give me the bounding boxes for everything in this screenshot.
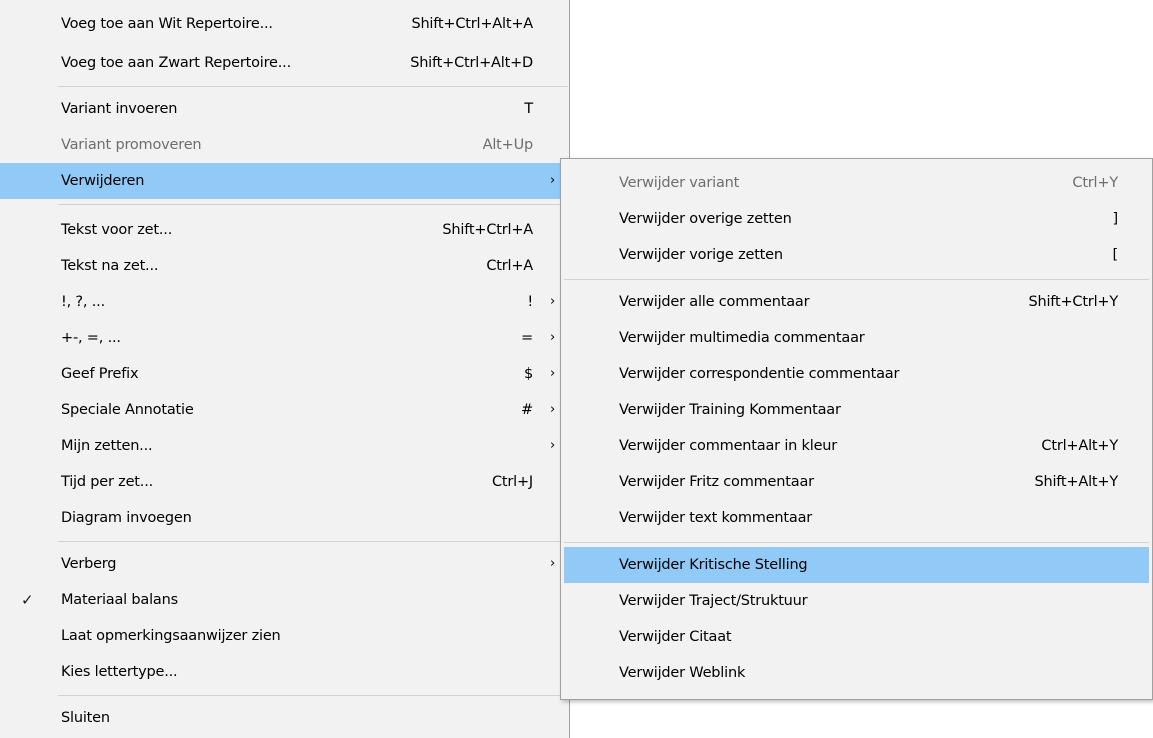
submenu-item-delete-training-comments[interactable]: Verwijder Training Kommentaar — [564, 392, 1149, 428]
menu-item-label: Tekst voor zet... — [61, 222, 173, 238]
menu-item-shortcut: Shift+Ctrl+Alt+D — [410, 55, 533, 71]
submenu-item-delete-color-comments[interactable]: Verwijder commentaar in kleur Ctrl+Alt+Y — [564, 428, 1149, 464]
menu-item-shortcut: = — [521, 330, 533, 346]
menu-item-label: Tijd per zet... — [61, 474, 154, 490]
menu-separator — [58, 541, 568, 542]
menu-item-shortcut: Ctrl+Alt+Y — [1041, 438, 1118, 454]
menu-item-label: Verwijder text kommentaar — [619, 510, 813, 526]
menu-item-label: Verwijder overige zetten — [619, 211, 792, 227]
menu-item-insert-diagram[interactable]: Diagram invoegen — [0, 500, 568, 536]
menu-item-shortcut: Shift+Ctrl+Y — [1028, 294, 1118, 310]
menu-item-label: Verwijder Citaat — [619, 629, 732, 645]
menu-item-label: Sluiten — [61, 710, 110, 726]
chevron-right-icon: › — [550, 173, 555, 188]
submenu-item-delete-critical-position[interactable]: Verwijder Kritische Stelling — [564, 547, 1149, 583]
menu-item-label: Verwijder Fritz commentaar — [619, 474, 814, 490]
menu-item-material-balance[interactable]: ✓ Materiaal balans — [0, 582, 568, 618]
menu-item-label: Speciale Annotatie — [61, 402, 194, 418]
submenu-item-delete-trajectory-structure[interactable]: Verwijder Traject/Struktuur — [564, 583, 1149, 619]
menu-item-shortcut: Shift+Ctrl+Alt+A — [411, 16, 533, 32]
menu-item-promote-variation: Variant promoveren Alt+Up — [0, 127, 568, 163]
menu-separator — [58, 204, 568, 205]
menu-item-close[interactable]: Sluiten — [0, 700, 568, 736]
chevron-right-icon: › — [550, 556, 555, 571]
menu-item-label: Mijn zetten... — [61, 438, 153, 454]
menu-item-shortcut: Shift+Ctrl+A — [442, 222, 533, 238]
menu-item-shortcut: ! — [527, 294, 533, 310]
menu-item-my-moves[interactable]: Mijn zetten... › — [0, 428, 568, 464]
menu-item-label: Tekst na zet... — [61, 258, 159, 274]
menu-item-shortcut: Ctrl+A — [486, 258, 533, 274]
chevron-right-icon: › — [550, 330, 555, 345]
submenu-item-delete-fritz-comments[interactable]: Verwijder Fritz commentaar Shift+Alt+Y — [564, 464, 1149, 500]
submenu-item-delete-weblink[interactable]: Verwijder Weblink — [564, 655, 1149, 691]
menu-item-enter-variation[interactable]: Variant invoeren T — [0, 91, 568, 127]
menu-separator — [58, 86, 568, 87]
menu-item-label: Kies lettertype... — [61, 664, 178, 680]
submenu-item-delete-variation: Verwijder variant Ctrl+Y — [564, 165, 1149, 201]
chevron-right-icon: › — [550, 294, 555, 309]
menu-item-shortcut: Shift+Alt+Y — [1034, 474, 1118, 490]
menu-item-position-annotations[interactable]: +-, =, ... = › — [0, 320, 568, 356]
menu-item-label: Voeg toe aan Zwart Repertoire... — [61, 55, 291, 71]
menu-item-label: Materiaal balans — [61, 592, 178, 608]
menu-item-shortcut: T — [524, 101, 533, 117]
menu-item-hide[interactable]: Verberg › — [0, 546, 568, 582]
checkmark-icon: ✓ — [21, 591, 34, 609]
menu-separator — [564, 542, 1149, 543]
context-menu: Voeg toe aan Wit Repertoire... Shift+Ctr… — [0, 0, 570, 738]
menu-item-label: Voeg toe aan Wit Repertoire... — [61, 16, 273, 32]
menu-item-label: Verwijder Traject/Struktuur — [619, 593, 808, 609]
submenu-item-delete-remaining-moves[interactable]: Verwijder overige zetten ] — [564, 201, 1149, 237]
menu-item-label: +-, =, ... — [61, 330, 121, 346]
menu-separator — [564, 279, 1149, 280]
menu-item-label: Verberg — [61, 556, 117, 572]
menu-item-shortcut: $ — [523, 366, 533, 382]
submenu-item-delete-multimedia-comments[interactable]: Verwijder multimedia commentaar — [564, 320, 1149, 356]
menu-separator — [58, 695, 568, 696]
menu-item-label: Laat opmerkingsaanwijzer zien — [61, 628, 281, 644]
submenu-item-delete-all-comments[interactable]: Verwijder alle commentaar Shift+Ctrl+Y — [564, 284, 1149, 320]
chevron-right-icon: › — [550, 366, 555, 381]
menu-item-label: Variant invoeren — [61, 101, 178, 117]
menu-item-special-annotation[interactable]: Speciale Annotatie # › — [0, 392, 568, 428]
menu-item-label: Verwijder multimedia commentaar — [619, 330, 865, 346]
submenu-item-delete-quote[interactable]: Verwijder Citaat — [564, 619, 1149, 655]
delete-submenu: Verwijder variant Ctrl+Y Verwijder overi… — [560, 158, 1153, 700]
submenu-item-delete-previous-moves[interactable]: Verwijder vorige zetten [ — [564, 237, 1149, 273]
menu-item-label: Verwijder Training Kommentaar — [619, 402, 841, 418]
menu-item-label: Diagram invoegen — [61, 510, 192, 526]
submenu-item-delete-text-comments[interactable]: Verwijder text kommentaar — [564, 500, 1149, 536]
menu-item-shortcut: Alt+Up — [482, 137, 534, 153]
menu-item-shortcut: # — [521, 402, 533, 418]
submenu-item-delete-correspondence-comments[interactable]: Verwijder correspondentie commentaar — [564, 356, 1149, 392]
menu-item-label: Verwijder Weblink — [619, 665, 746, 681]
menu-item-delete[interactable]: Verwijderen › — [0, 163, 568, 199]
menu-item-shortcut: Ctrl+Y — [1072, 175, 1118, 191]
menu-item-add-white-repertoire[interactable]: Voeg toe aan Wit Repertoire... Shift+Ctr… — [0, 6, 568, 42]
chevron-right-icon: › — [550, 402, 555, 417]
menu-item-shortcut: Ctrl+J — [491, 474, 533, 490]
menu-item-label: Verwijder alle commentaar — [619, 294, 810, 310]
menu-item-give-prefix[interactable]: Geef Prefix $ › — [0, 356, 568, 392]
menu-item-label: Geef Prefix — [61, 366, 139, 382]
menu-item-label: !, ?, ... — [61, 294, 105, 310]
menu-item-show-comment-pointer[interactable]: Laat opmerkingsaanwijzer zien — [0, 618, 568, 654]
menu-item-move-annotations[interactable]: !, ?, ... ! › — [0, 284, 568, 320]
menu-item-label: Variant promoveren — [61, 137, 202, 153]
menu-item-label: Verwijder variant — [619, 175, 740, 191]
menu-item-label: Verwijder vorige zetten — [619, 247, 783, 263]
chevron-right-icon: › — [550, 438, 555, 453]
menu-item-choose-font[interactable]: Kies lettertype... — [0, 654, 568, 690]
menu-item-label: Verwijderen — [61, 173, 145, 189]
menu-item-time-per-move[interactable]: Tijd per zet... Ctrl+J — [0, 464, 568, 500]
menu-item-text-before-move[interactable]: Tekst voor zet... Shift+Ctrl+A — [0, 212, 568, 248]
menu-item-text-after-move[interactable]: Tekst na zet... Ctrl+A — [0, 248, 568, 284]
menu-item-shortcut: ] — [1112, 211, 1119, 227]
menu-item-add-black-repertoire[interactable]: Voeg toe aan Zwart Repertoire... Shift+C… — [0, 45, 568, 81]
menu-item-shortcut: [ — [1112, 247, 1119, 263]
menu-item-label: Verwijder commentaar in kleur — [619, 438, 838, 454]
menu-item-label: Verwijder Kritische Stelling — [619, 557, 808, 573]
menu-item-label: Verwijder correspondentie commentaar — [619, 366, 900, 382]
